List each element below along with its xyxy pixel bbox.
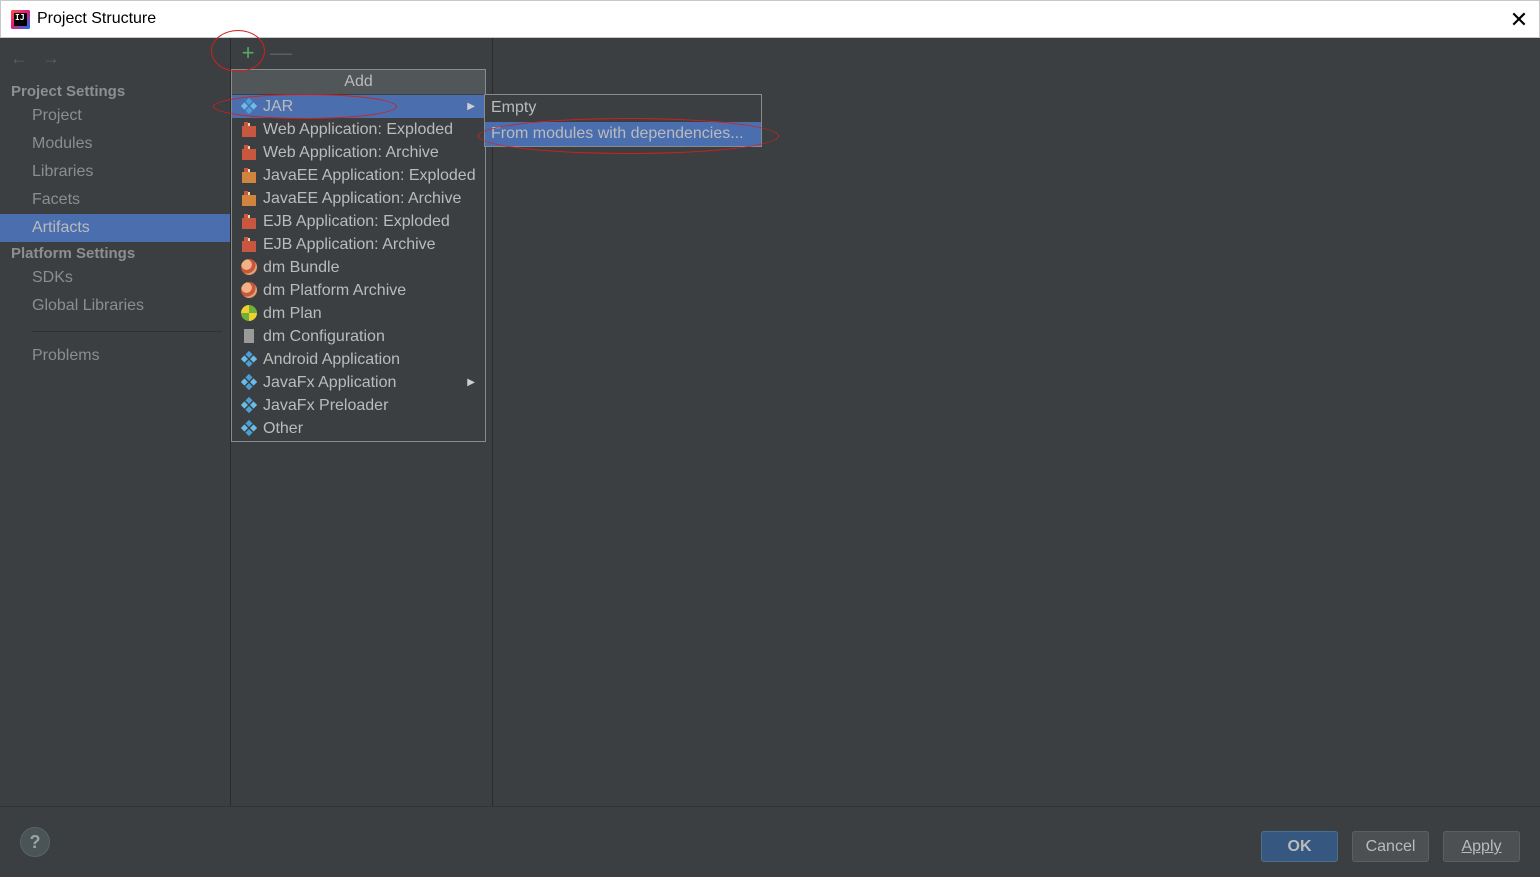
help-button[interactable]: ? [20,827,50,857]
jar-submenu: Empty From modules with dependencies... [484,94,762,147]
menu-item-label: dm Plan [263,305,322,322]
sidebar-item-sdks[interactable]: SDKs [0,264,230,292]
sidebar-item-project[interactable]: Project [0,102,230,130]
gift-icon [241,121,257,137]
menu-item-label: JavaEE Application: Exploded [263,167,476,184]
close-icon[interactable]: ✕ [1505,6,1533,34]
menu-item-web-app-exploded[interactable]: Web Application: Exploded [232,118,485,141]
apply-button-label: Apply [1461,838,1502,855]
menu-item-label: JAR [263,98,294,115]
menu-item-label: JavaFx Application [263,374,397,391]
platform-settings-heading: Platform Settings [11,245,136,262]
menu-item-label: Web Application: Archive [263,144,439,161]
bundle-icon [241,259,257,275]
menu-item-label: dm Platform Archive [263,282,407,299]
add-artifact-button[interactable]: + [238,42,258,64]
window-title: Project Structure [37,10,157,27]
jar-icon [240,350,258,368]
menu-item-label: JavaEE Application: Archive [263,190,462,207]
menu-item-label: EJB Application: Archive [263,236,436,253]
menu-item-javaee-app-exploded[interactable]: JavaEE Application: Exploded [232,164,485,187]
intellij-app-icon: IJ [11,10,30,29]
menu-item-jar[interactable]: JAR ▶ [232,95,485,118]
menu-item-label: Other [263,420,304,437]
settings-sidebar: ← → Project Settings Project Modules Libr… [0,38,231,806]
menu-item-label: JavaFx Preloader [263,397,389,414]
sidebar-item-artifacts[interactable]: Artifacts [0,214,230,242]
sidebar-item-facets[interactable]: Facets [0,186,230,214]
plan-icon [241,305,257,321]
menu-item-label: dm Configuration [263,328,385,345]
submenu-item-from-modules[interactable]: From modules with dependencies... [485,122,761,146]
menu-item-label: Android Application [263,351,400,368]
sidebar-divider [32,331,222,332]
popup-title: Add [232,70,485,94]
menu-item-android-application[interactable]: Android Application [232,348,485,371]
menu-item-ejb-app-exploded[interactable]: EJB Application: Exploded [232,210,485,233]
ok-button[interactable]: OK [1261,831,1338,862]
submenu-arrow-icon: ▶ [467,101,475,112]
jar-icon [240,396,258,414]
history-nav: ← → [10,48,74,68]
gift-icon [241,236,257,252]
menu-item-javafx-application[interactable]: JavaFx Application ▶ [232,371,485,394]
menu-item-ejb-app-archive[interactable]: EJB Application: Archive [232,233,485,256]
back-arrow-icon[interactable]: ← [10,48,32,68]
config-icon [241,328,257,344]
apply-button[interactable]: Apply [1443,831,1520,862]
gift-icon [241,190,257,206]
add-artifact-popup: Add JAR ▶ Web Application: Exploded Web A… [231,69,486,442]
menu-item-label: EJB Application: Exploded [263,213,450,230]
forward-arrow-icon[interactable]: → [42,48,64,68]
menu-item-other[interactable]: Other [232,417,485,440]
title-bar: IJ Project Structure ✕ [0,0,1540,38]
sidebar-item-libraries[interactable]: Libraries [0,158,230,186]
submenu-arrow-icon: ▶ [467,377,475,388]
gift-icon [241,144,257,160]
cancel-button[interactable]: Cancel [1352,831,1429,862]
menu-item-dm-platform-archive[interactable]: dm Platform Archive [232,279,485,302]
menu-item-javafx-preloader[interactable]: JavaFx Preloader [232,394,485,417]
sidebar-item-problems[interactable]: Problems [0,342,230,370]
menu-item-dm-plan[interactable]: dm Plan [232,302,485,325]
menu-item-javaee-app-archive[interactable]: JavaEE Application: Archive [232,187,485,210]
menu-item-label: dm Bundle [263,259,340,276]
menu-item-label: Web Application: Exploded [263,121,454,138]
gift-icon [241,167,257,183]
bundle-icon [241,282,257,298]
jar-icon [240,419,258,437]
jar-icon [240,97,258,115]
project-settings-heading: Project Settings [11,83,126,100]
submenu-item-empty[interactable]: Empty [485,96,761,120]
remove-artifact-button[interactable]: — [270,42,292,64]
sidebar-item-modules[interactable]: Modules [0,130,230,158]
sidebar-item-global-libraries[interactable]: Global Libraries [0,292,230,320]
menu-item-dm-bundle[interactable]: dm Bundle [232,256,485,279]
menu-item-dm-configuration[interactable]: dm Configuration [232,325,485,348]
menu-item-web-app-archive[interactable]: Web Application: Archive [232,141,485,164]
jar-icon [240,373,258,391]
gift-icon [241,213,257,229]
